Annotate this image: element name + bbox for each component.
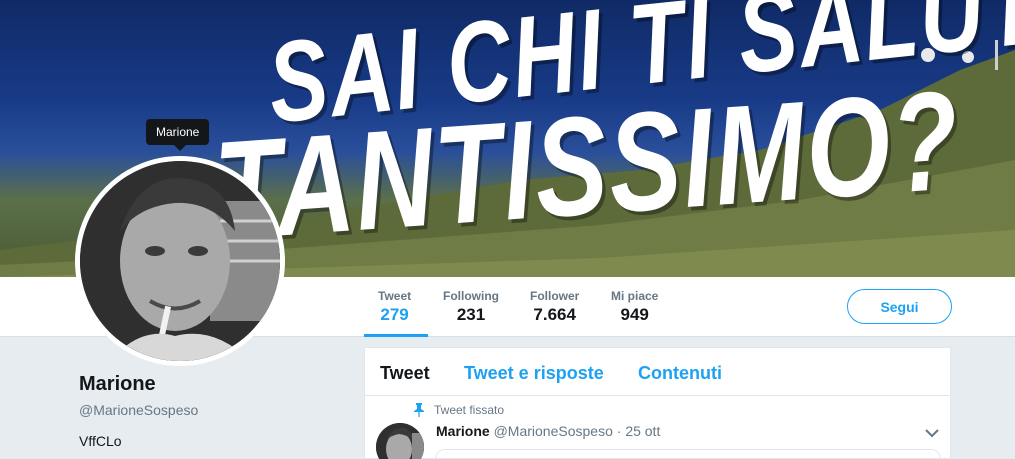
stat-value: 7.664 <box>533 305 576 324</box>
tab-tweet-e-risposte[interactable]: Tweet e risposte <box>464 363 604 384</box>
timeline-tabs: Tweet Tweet e risposte Contenuti <box>365 348 950 396</box>
stat-value: 231 <box>456 305 486 324</box>
chevron-down-icon[interactable] <box>925 428 939 438</box>
stat-label: Mi piace <box>611 289 659 303</box>
tooltip-arrow <box>174 145 186 151</box>
stat-following[interactable]: Following 231 <box>443 289 499 325</box>
pinned-label: Tweet fissato <box>434 403 505 417</box>
profile-name[interactable]: Marione <box>79 373 156 396</box>
profile-handle: @MarioneSospeso <box>79 402 199 418</box>
avatar[interactable] <box>75 156 285 366</box>
tweet-author-name[interactable]: Marione <box>436 423 490 439</box>
stat-value: 949 <box>620 305 649 324</box>
stat-likes[interactable]: Mi piace 949 <box>611 289 658 325</box>
tweet-author-avatar[interactable] <box>376 423 424 459</box>
tweet-author-handle[interactable]: @MarioneSospeso <box>494 423 613 439</box>
stat-label: Follower <box>530 289 580 303</box>
stat-follower[interactable]: Follower 7.664 <box>530 289 579 325</box>
tweet-header: Marione @MarioneSospeso · 25 ott <box>436 423 660 439</box>
follow-button[interactable]: Segui <box>847 289 952 324</box>
tab-contenuti[interactable]: Contenuti <box>638 363 722 384</box>
avatar-photo <box>80 161 280 361</box>
timeline: Tweet Tweet e risposte Contenuti Tweet f… <box>364 347 951 459</box>
profile-bio: VffCLo <box>79 433 122 449</box>
profile-page: SAI CHI TI SALUTA TANTISSIMO? Tweet 279 … <box>0 0 1015 459</box>
tweet-timestamp[interactable]: 25 ott <box>625 423 660 439</box>
stat-label: Following <box>443 289 499 303</box>
tweet-embed-card[interactable] <box>435 449 941 459</box>
stat-label: Tweet <box>378 289 412 303</box>
stat-tweet[interactable]: Tweet 279 <box>378 289 411 325</box>
avatar-tooltip: Marione <box>146 119 210 145</box>
active-stat-underline <box>364 334 428 337</box>
tweet-separator: · <box>616 423 622 439</box>
tweet-avatar-photo <box>376 423 424 459</box>
pin-icon <box>414 403 424 417</box>
stat-value: 279 <box>380 305 409 324</box>
tab-tweet[interactable]: Tweet <box>380 363 430 384</box>
